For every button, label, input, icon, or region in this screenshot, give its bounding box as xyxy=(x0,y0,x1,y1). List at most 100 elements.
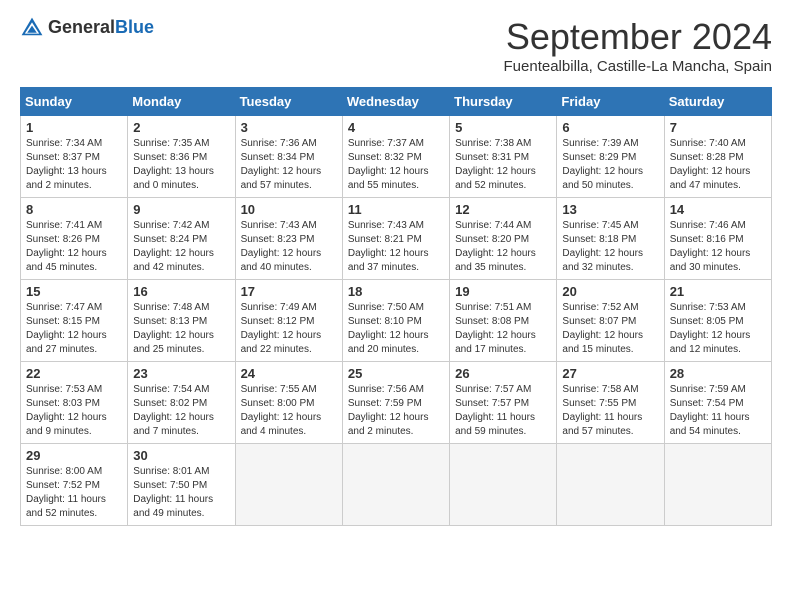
day-cell: 3 Sunrise: 7:36 AM Sunset: 8:34 PM Daylig… xyxy=(235,116,342,198)
day-info: Sunrise: 7:34 AM Sunset: 8:37 PM Dayligh… xyxy=(26,137,122,193)
day-cell: 29 Sunrise: 8:00 AM Sunset: 7:52 PM Dayli… xyxy=(21,444,128,526)
day-cell: 1 Sunrise: 7:34 AM Sunset: 8:37 PM Daylig… xyxy=(21,116,128,198)
day-cell: 6 Sunrise: 7:39 AM Sunset: 8:29 PM Daylig… xyxy=(557,116,664,198)
week-row-5: 29 Sunrise: 8:00 AM Sunset: 7:52 PM Dayli… xyxy=(21,444,772,526)
header-thursday: Thursday xyxy=(450,88,557,116)
day-info: Sunrise: 7:38 AM Sunset: 8:31 PM Dayligh… xyxy=(455,137,551,193)
day-info: Sunrise: 7:37 AM Sunset: 8:32 PM Dayligh… xyxy=(348,137,444,193)
week-row-2: 8Sunrise: 7:41 AM Sunset: 8:26 PM Daylig… xyxy=(21,198,772,280)
day-info: Sunrise: 7:55 AM Sunset: 8:00 PM Dayligh… xyxy=(241,383,337,439)
day-cell: 18 Sunrise: 7:50 AM Sunset: 8:10 PM Dayli… xyxy=(342,280,449,362)
day-number: 16 xyxy=(133,284,229,299)
day-info: Sunrise: 7:59 AM Sunset: 7:54 PM Dayligh… xyxy=(670,383,766,439)
day-info: Sunrise: 7:36 AM Sunset: 8:34 PM Dayligh… xyxy=(241,137,337,193)
day-cell: 9 Sunrise: 7:42 AM Sunset: 8:24 PM Daylig… xyxy=(128,198,235,280)
day-cell: 22 Sunrise: 7:53 AM Sunset: 8:03 PM Dayli… xyxy=(21,362,128,444)
day-cell: 16 Sunrise: 7:48 AM Sunset: 8:13 PM Dayli… xyxy=(128,280,235,362)
day-info: Sunrise: 7:52 AM Sunset: 8:07 PM Dayligh… xyxy=(562,301,658,357)
day-info: Sunrise: 7:43 AM Sunset: 8:23 PM Dayligh… xyxy=(241,219,337,275)
day-cell: 20 Sunrise: 7:52 AM Sunset: 8:07 PM Dayli… xyxy=(557,280,664,362)
day-info: Sunrise: 7:47 AM Sunset: 8:15 PM Dayligh… xyxy=(26,301,122,357)
day-number: 14 xyxy=(670,202,766,217)
header-sunday: Sunday xyxy=(21,88,128,116)
header-saturday: Saturday xyxy=(664,88,771,116)
day-number: 22 xyxy=(26,366,122,381)
day-info: Sunrise: 7:53 AM Sunset: 8:05 PM Dayligh… xyxy=(670,301,766,357)
header-wednesday: Wednesday xyxy=(342,88,449,116)
week-row-1: 1 Sunrise: 7:34 AM Sunset: 8:37 PM Daylig… xyxy=(21,116,772,198)
logo-text: GeneralBlue xyxy=(48,18,154,38)
day-info: Sunrise: 7:42 AM Sunset: 8:24 PM Dayligh… xyxy=(133,219,229,275)
day-number: 29 xyxy=(26,448,122,463)
day-number: 18 xyxy=(348,284,444,299)
day-cell: 25 Sunrise: 7:56 AM Sunset: 7:59 PM Dayli… xyxy=(342,362,449,444)
day-number: 3 xyxy=(241,120,337,135)
day-cell: 23Sunrise: 7:54 AM Sunset: 8:02 PM Dayli… xyxy=(128,362,235,444)
day-number: 5 xyxy=(455,120,551,135)
day-number: 2 xyxy=(133,120,229,135)
day-info: Sunrise: 8:00 AM Sunset: 7:52 PM Dayligh… xyxy=(26,465,122,521)
header-tuesday: Tuesday xyxy=(235,88,342,116)
day-cell: 10 Sunrise: 7:43 AM Sunset: 8:23 PM Dayli… xyxy=(235,198,342,280)
day-number: 1 xyxy=(26,120,122,135)
day-info: Sunrise: 7:49 AM Sunset: 8:12 PM Dayligh… xyxy=(241,301,337,357)
day-number: 17 xyxy=(241,284,337,299)
day-cell xyxy=(342,444,449,526)
day-number: 26 xyxy=(455,366,551,381)
day-info: Sunrise: 7:50 AM Sunset: 8:10 PM Dayligh… xyxy=(348,301,444,357)
day-info: Sunrise: 7:57 AM Sunset: 7:57 PM Dayligh… xyxy=(455,383,551,439)
day-info: Sunrise: 7:41 AM Sunset: 8:26 PM Dayligh… xyxy=(26,219,122,275)
day-number: 15 xyxy=(26,284,122,299)
logo: GeneralBlue xyxy=(20,16,154,40)
day-number: 11 xyxy=(348,202,444,217)
day-cell: 4Sunrise: 7:37 AM Sunset: 8:32 PM Daylig… xyxy=(342,116,449,198)
location-title: Fuentealbilla, Castille-La Mancha, Spain xyxy=(504,58,772,75)
day-number: 12 xyxy=(455,202,551,217)
day-cell: 28 Sunrise: 7:59 AM Sunset: 7:54 PM Dayli… xyxy=(664,362,771,444)
day-number: 28 xyxy=(670,366,766,381)
day-cell: 5 Sunrise: 7:38 AM Sunset: 8:31 PM Daylig… xyxy=(450,116,557,198)
day-cell: 14 Sunrise: 7:46 AM Sunset: 8:16 PM Dayli… xyxy=(664,198,771,280)
day-number: 13 xyxy=(562,202,658,217)
day-cell xyxy=(235,444,342,526)
day-number: 9 xyxy=(133,202,229,217)
day-info: Sunrise: 7:53 AM Sunset: 8:03 PM Dayligh… xyxy=(26,383,122,439)
day-info: Sunrise: 7:51 AM Sunset: 8:08 PM Dayligh… xyxy=(455,301,551,357)
day-cell: 7 Sunrise: 7:40 AM Sunset: 8:28 PM Daylig… xyxy=(664,116,771,198)
day-number: 7 xyxy=(670,120,766,135)
day-cell xyxy=(450,444,557,526)
day-info: Sunrise: 7:35 AM Sunset: 8:36 PM Dayligh… xyxy=(133,137,229,193)
day-number: 25 xyxy=(348,366,444,381)
header-row: Sunday Monday Tuesday Wednesday Thursday… xyxy=(21,88,772,116)
day-info: Sunrise: 7:46 AM Sunset: 8:16 PM Dayligh… xyxy=(670,219,766,275)
day-cell: 24Sunrise: 7:55 AM Sunset: 8:00 PM Dayli… xyxy=(235,362,342,444)
day-cell: 12Sunrise: 7:44 AM Sunset: 8:20 PM Dayli… xyxy=(450,198,557,280)
day-info: Sunrise: 7:56 AM Sunset: 7:59 PM Dayligh… xyxy=(348,383,444,439)
logo-icon xyxy=(20,16,44,40)
day-cell: 17 Sunrise: 7:49 AM Sunset: 8:12 PM Dayli… xyxy=(235,280,342,362)
header-monday: Monday xyxy=(128,88,235,116)
day-info: Sunrise: 7:40 AM Sunset: 8:28 PM Dayligh… xyxy=(670,137,766,193)
header-friday: Friday xyxy=(557,88,664,116)
week-row-4: 22 Sunrise: 7:53 AM Sunset: 8:03 PM Dayli… xyxy=(21,362,772,444)
day-cell: 11Sunrise: 7:43 AM Sunset: 8:21 PM Dayli… xyxy=(342,198,449,280)
day-number: 20 xyxy=(562,284,658,299)
day-info: Sunrise: 8:01 AM Sunset: 7:50 PM Dayligh… xyxy=(133,465,229,521)
day-cell xyxy=(557,444,664,526)
day-number: 10 xyxy=(241,202,337,217)
day-number: 19 xyxy=(455,284,551,299)
day-number: 27 xyxy=(562,366,658,381)
calendar-table: Sunday Monday Tuesday Wednesday Thursday… xyxy=(20,87,772,526)
day-cell: 19 Sunrise: 7:51 AM Sunset: 8:08 PM Dayli… xyxy=(450,280,557,362)
day-number: 21 xyxy=(670,284,766,299)
day-info: Sunrise: 7:58 AM Sunset: 7:55 PM Dayligh… xyxy=(562,383,658,439)
day-cell: 13Sunrise: 7:45 AM Sunset: 8:18 PM Dayli… xyxy=(557,198,664,280)
day-cell: 2 Sunrise: 7:35 AM Sunset: 8:36 PM Daylig… xyxy=(128,116,235,198)
day-info: Sunrise: 7:39 AM Sunset: 8:29 PM Dayligh… xyxy=(562,137,658,193)
day-number: 6 xyxy=(562,120,658,135)
day-cell: 15 Sunrise: 7:47 AM Sunset: 8:15 PM Dayli… xyxy=(21,280,128,362)
page-header: GeneralBlue September 2024 Fuentealbilla… xyxy=(20,16,772,75)
day-info: Sunrise: 7:48 AM Sunset: 8:13 PM Dayligh… xyxy=(133,301,229,357)
day-number: 30 xyxy=(133,448,229,463)
title-block: September 2024 Fuentealbilla, Castille-L… xyxy=(504,16,772,75)
